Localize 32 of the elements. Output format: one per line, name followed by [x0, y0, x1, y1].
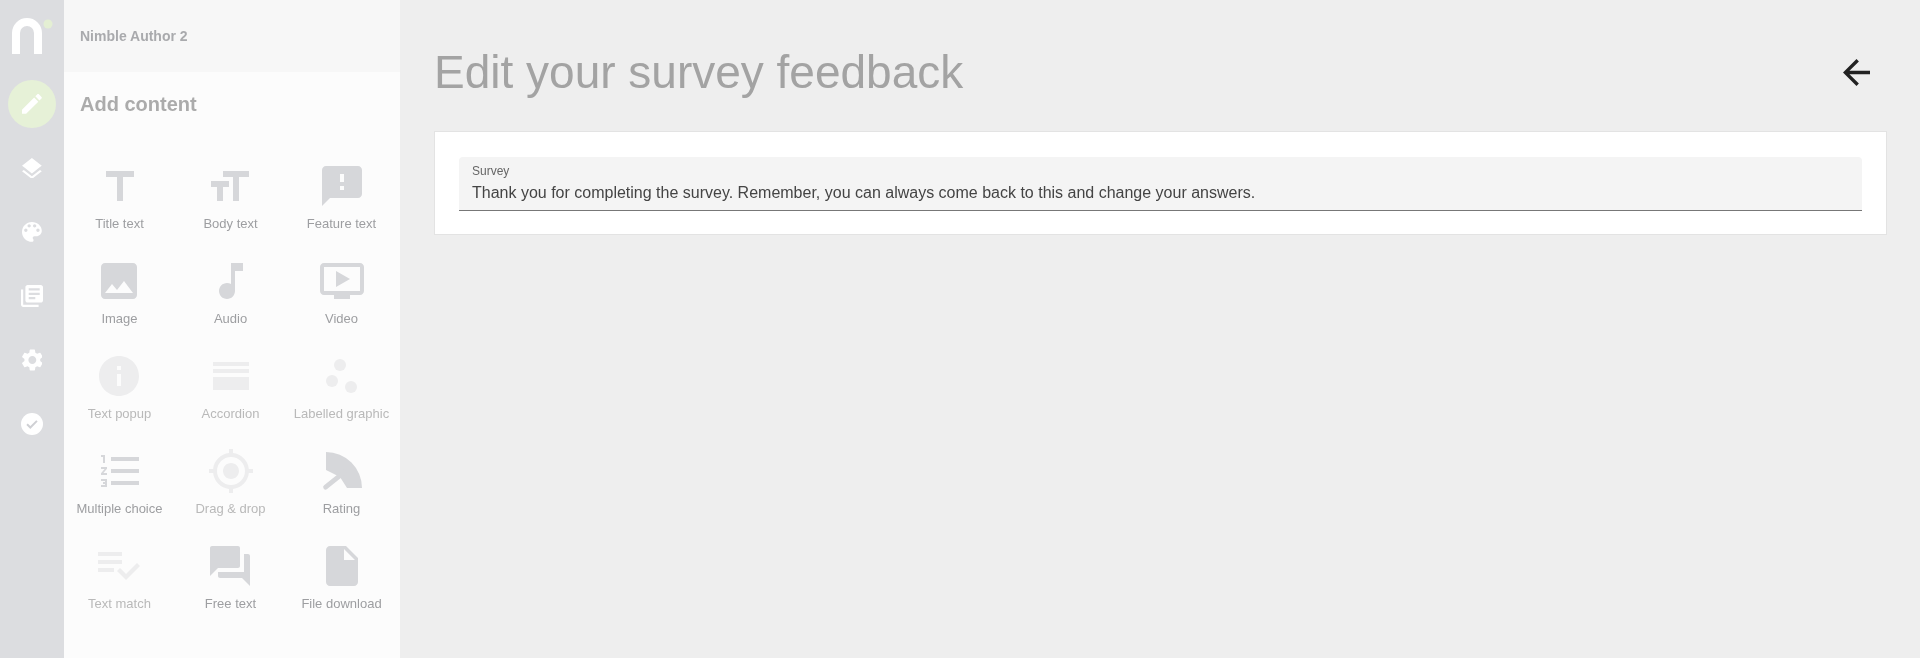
page-title: Edit your survey feedback [434, 45, 964, 100]
documents-icon[interactable] [21, 285, 43, 307]
settings-icon[interactable] [21, 349, 43, 371]
title-icon [105, 171, 134, 201]
alert-bubble-icon [321, 166, 362, 206]
add-content-button[interactable]: Image [101, 259, 138, 327]
add-content-button[interactable]: File download [301, 544, 382, 612]
field-label: Survey [472, 164, 510, 178]
add-content-button[interactable]: Title text [95, 164, 144, 232]
check-circle-icon[interactable] [21, 413, 43, 435]
numbered-list-icon [100, 455, 139, 487]
image-icon [101, 263, 138, 299]
back-arrow-icon[interactable] [1843, 58, 1870, 86]
file-icon [325, 546, 358, 586]
monitor-play-icon [319, 263, 364, 299]
layers-icon[interactable] [22, 157, 42, 179]
section-heading: Add content [80, 92, 198, 116]
add-content-button[interactable]: Video [319, 259, 364, 327]
add-content-button[interactable]: Free text [204, 544, 257, 612]
text-size-icon [211, 171, 250, 201]
pencil-icon[interactable] [8, 80, 56, 128]
music-note-icon [218, 263, 243, 299]
add-content-button[interactable]: Feature text [306, 164, 377, 232]
add-content-button[interactable]: Rating [321, 449, 362, 517]
add-content-button[interactable]: Body text [203, 164, 258, 232]
logo-icon [11, 18, 53, 54]
gauge-icon [321, 451, 362, 491]
add-content-button[interactable]: Multiple choice [76, 449, 163, 517]
chat-bubbles-icon [210, 546, 251, 586]
add-content-button[interactable]: Audio [213, 259, 248, 327]
palette-icon[interactable] [22, 222, 42, 242]
app-name: Nimble Author 2 [80, 28, 188, 44]
